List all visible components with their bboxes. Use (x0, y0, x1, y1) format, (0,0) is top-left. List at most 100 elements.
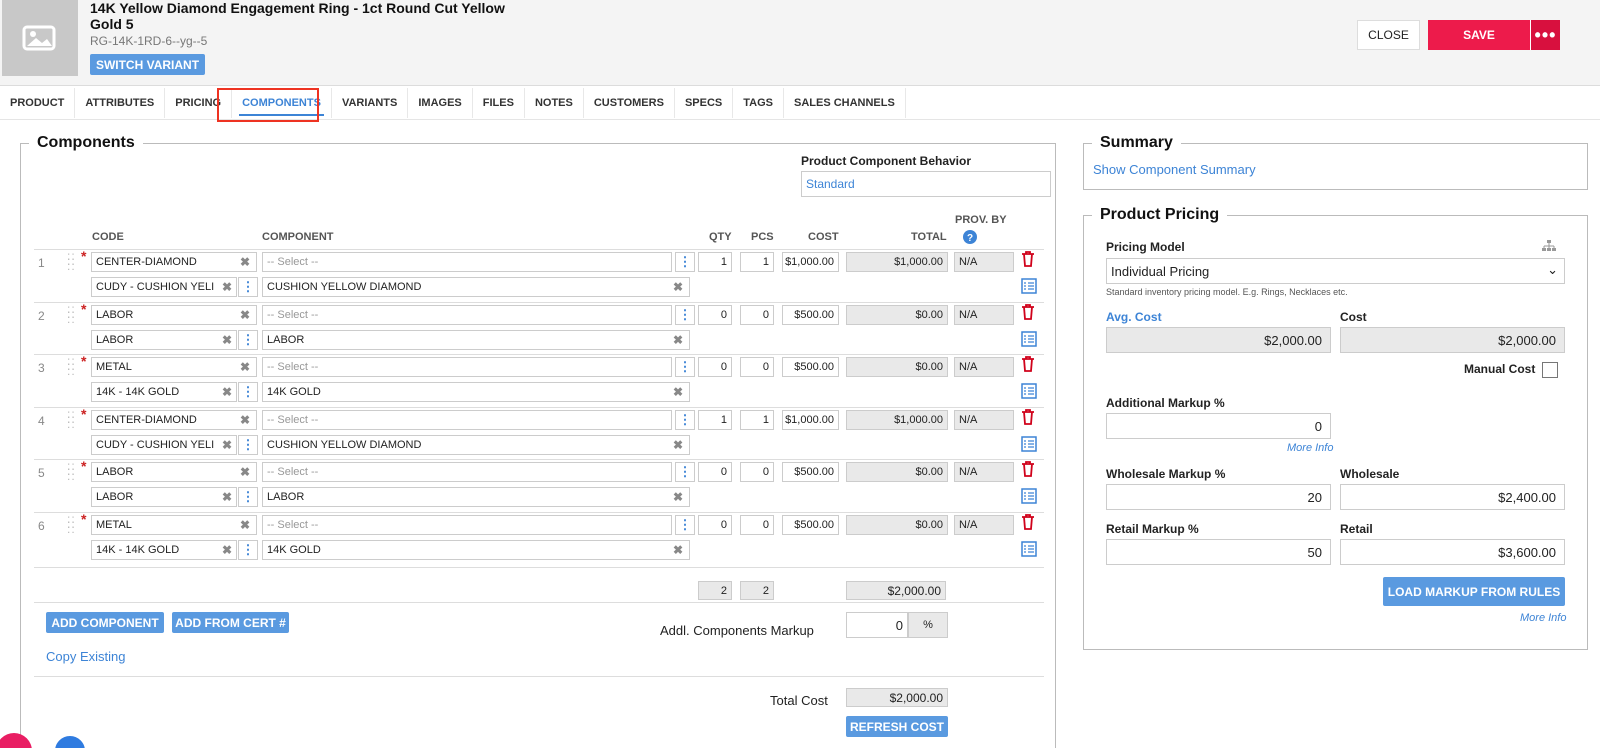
sub-code-options-button[interactable]: ⋮ (238, 435, 258, 455)
component-options-button[interactable]: ⋮ (675, 515, 695, 535)
tab-customers[interactable]: CUSTOMERS (584, 88, 675, 118)
sub-component-input[interactable]: CUSHION YELLOW DIAMOND ✖ (262, 435, 690, 455)
component-code-input[interactable]: METAL ✖ (91, 515, 257, 535)
refresh-cost-button[interactable]: REFRESH COST (846, 716, 948, 737)
component-select[interactable]: -- Select -- (262, 252, 672, 272)
pcs-input[interactable]: 0 (740, 305, 774, 325)
tab-notes[interactable]: NOTES (525, 88, 584, 118)
close-button[interactable]: CLOSE (1357, 20, 1420, 50)
tab-pricing[interactable]: PRICING (165, 88, 233, 118)
delete-icon[interactable] (1021, 461, 1035, 477)
clear-icon[interactable]: ✖ (240, 360, 250, 374)
clear-icon[interactable]: ✖ (222, 280, 232, 294)
component-options-button[interactable]: ⋮ (675, 410, 695, 430)
qty-input[interactable]: 0 (698, 357, 732, 377)
cost-input[interactable]: $1,000.00 (782, 252, 839, 272)
clear-icon[interactable]: ✖ (222, 385, 232, 399)
list-details-icon[interactable] (1021, 278, 1037, 294)
switch-variant-button[interactable]: SWITCH VARIANT (90, 54, 205, 75)
avg-cost-label[interactable]: Avg. Cost (1106, 310, 1162, 324)
list-details-icon[interactable] (1021, 541, 1037, 557)
cost-input[interactable]: $500.00 (782, 305, 839, 325)
component-options-button[interactable]: ⋮ (675, 252, 695, 272)
component-code-input[interactable]: METAL ✖ (91, 357, 257, 377)
tab-variants[interactable]: VARIANTS (332, 88, 409, 118)
save-button[interactable]: SAVE (1428, 20, 1530, 50)
hierarchy-icon[interactable] (1542, 240, 1556, 252)
product-image-placeholder[interactable] (2, 0, 78, 76)
sub-code-input[interactable]: 14K - 14K GOLD ✖ (91, 540, 237, 560)
component-select[interactable]: -- Select -- (262, 357, 672, 377)
tab-components[interactable]: COMPONENTS (232, 88, 332, 118)
load-markup-from-rules-button[interactable]: LOAD MARKUP FROM RULES (1383, 577, 1565, 606)
show-component-summary-link[interactable]: Show Component Summary (1093, 162, 1256, 177)
clear-icon[interactable]: ✖ (240, 413, 250, 427)
more-options-button[interactable]: ••• (1530, 20, 1560, 50)
clear-icon[interactable]: ✖ (673, 385, 683, 399)
drag-handle-icon[interactable]: :::::: (67, 355, 76, 377)
tab-product[interactable]: PRODUCT (0, 88, 76, 118)
clear-icon[interactable]: ✖ (240, 255, 250, 269)
manual-cost-checkbox[interactable] (1542, 362, 1558, 378)
component-options-button[interactable]: ⋮ (675, 462, 695, 482)
sub-code-options-button[interactable]: ⋮ (238, 330, 258, 350)
more-info-link[interactable]: More Info (1287, 442, 1333, 454)
sub-code-input[interactable]: 14K - 14K GOLD ✖ (91, 382, 237, 402)
component-behavior-select[interactable]: Standard (801, 171, 1051, 197)
component-select[interactable]: -- Select -- (262, 410, 672, 430)
delete-icon[interactable] (1021, 409, 1035, 425)
drag-handle-icon[interactable]: :::::: (67, 250, 76, 272)
pcs-input[interactable]: 1 (740, 252, 774, 272)
component-code-input[interactable]: CENTER-DIAMOND ✖ (91, 410, 257, 430)
sub-code-input[interactable]: CUDY - CUSHION YELI ✖ (91, 435, 237, 455)
copy-existing-link[interactable]: Copy Existing (46, 649, 125, 664)
delete-icon[interactable] (1021, 356, 1035, 372)
retail-markup-input[interactable]: 50 (1106, 539, 1331, 565)
component-code-input[interactable]: LABOR ✖ (91, 305, 257, 325)
sub-code-options-button[interactable]: ⋮ (238, 540, 258, 560)
tab-files[interactable]: FILES (473, 88, 525, 118)
tab-specs[interactable]: SPECS (675, 88, 734, 118)
list-details-icon[interactable] (1021, 383, 1037, 399)
clear-icon[interactable]: ✖ (222, 438, 232, 452)
pricing-model-select[interactable]: Individual Pricing ⌄ (1106, 258, 1565, 284)
drag-handle-icon[interactable]: :::::: (67, 460, 76, 482)
sub-code-input[interactable]: LABOR ✖ (91, 330, 237, 350)
clear-icon[interactable]: ✖ (673, 333, 683, 347)
tab-sales-channels[interactable]: SALES CHANNELS (784, 88, 906, 118)
delete-icon[interactable] (1021, 514, 1035, 530)
help-icon[interactable]: ? (963, 230, 977, 244)
sub-code-options-button[interactable]: ⋮ (238, 277, 258, 297)
more-info-link-2[interactable]: More Info (1520, 612, 1566, 624)
cost-input[interactable]: $500.00 (782, 515, 839, 535)
clear-icon[interactable]: ✖ (222, 333, 232, 347)
add-from-cert-button[interactable]: ADD FROM CERT # (172, 612, 289, 633)
drag-handle-icon[interactable]: :::::: (67, 303, 76, 325)
tab-attributes[interactable]: ATTRIBUTES (75, 88, 166, 118)
component-select[interactable]: -- Select -- (262, 515, 672, 535)
wholesale-input[interactable]: $2,400.00 (1340, 484, 1565, 510)
component-options-button[interactable]: ⋮ (675, 357, 695, 377)
drag-handle-icon[interactable]: :::::: (67, 513, 76, 535)
component-code-input[interactable]: CENTER-DIAMOND ✖ (91, 252, 257, 272)
additional-markup-input[interactable]: 0 (1106, 413, 1331, 439)
delete-icon[interactable] (1021, 251, 1035, 267)
list-details-icon[interactable] (1021, 436, 1037, 452)
drag-handle-icon[interactable]: :::::: (67, 408, 76, 430)
component-options-button[interactable]: ⋮ (675, 305, 695, 325)
qty-input[interactable]: 1 (698, 252, 732, 272)
component-select[interactable]: -- Select -- (262, 305, 672, 325)
component-code-input[interactable]: LABOR ✖ (91, 462, 257, 482)
qty-input[interactable]: 0 (698, 462, 732, 482)
sub-code-input[interactable]: LABOR ✖ (91, 487, 237, 507)
list-details-icon[interactable] (1021, 331, 1037, 347)
clear-icon[interactable]: ✖ (673, 490, 683, 504)
clear-icon[interactable]: ✖ (222, 543, 232, 557)
sub-component-input[interactable]: 14K GOLD ✖ (262, 540, 690, 560)
component-select[interactable]: -- Select -- (262, 462, 672, 482)
cost-input[interactable]: $1,000.00 (782, 410, 839, 430)
sub-component-input[interactable]: LABOR ✖ (262, 487, 690, 507)
qty-input[interactable]: 0 (698, 515, 732, 535)
clear-icon[interactable]: ✖ (673, 438, 683, 452)
qty-input[interactable]: 0 (698, 305, 732, 325)
